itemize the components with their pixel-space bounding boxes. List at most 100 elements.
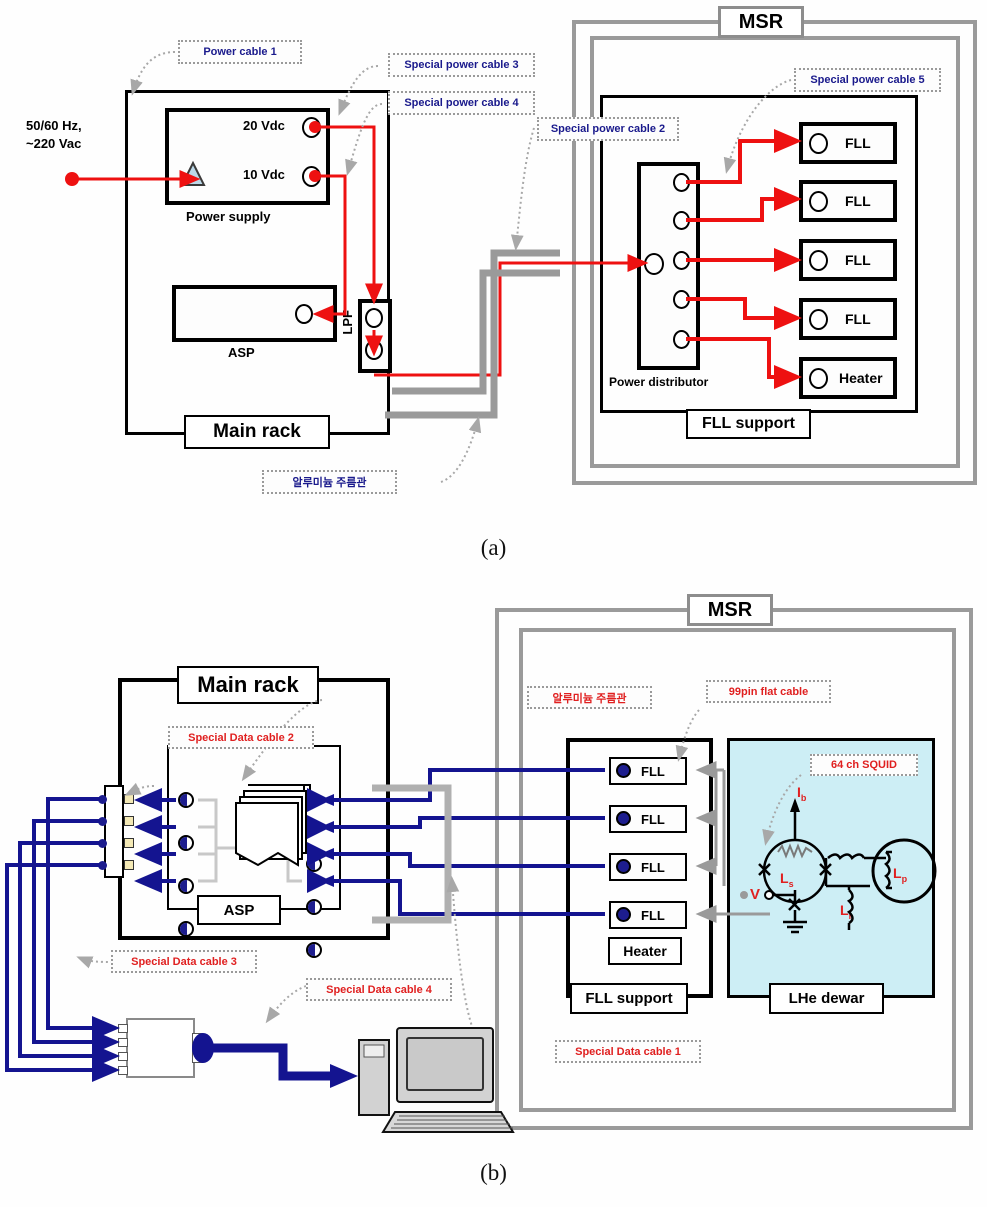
squid-voltage-label: V <box>750 886 761 903</box>
lhe-dewar-label: LHe dewar <box>769 983 884 1014</box>
strip-pin-left-2[interactable] <box>98 817 107 826</box>
heater-port-a[interactable] <box>809 368 828 389</box>
port-10vdc[interactable] <box>302 166 321 187</box>
computer-svg <box>358 1027 515 1133</box>
fll-label-b-1: FLL <box>641 764 665 779</box>
callout-special-power-cable-5: Special power cable 5 <box>794 68 941 92</box>
heater-label-b: Heater <box>608 937 682 965</box>
ib-subscript: b <box>800 792 807 803</box>
strip-pin-right-4[interactable] <box>124 860 134 870</box>
main-rack-label-a: Main rack <box>184 415 330 449</box>
callout-99pin-flat-cable: 99pin flat cable <box>706 680 831 703</box>
asp-right-port-1[interactable] <box>306 856 322 872</box>
asp-right-port-3[interactable] <box>306 942 322 958</box>
daq-input-4[interactable] <box>118 1066 128 1075</box>
fll-label-a-2: FLL <box>845 193 871 209</box>
callout-special-power-cable-3: Special power cable 3 <box>388 53 535 77</box>
output-10vdc-label: 10 Vdc <box>243 167 285 182</box>
lpf-port-bottom[interactable] <box>365 340 383 360</box>
li-subscript: i <box>848 910 852 921</box>
callout-special-power-cable-4: Special power cable 4 <box>388 91 535 115</box>
panel-b: MSR Main rack ASP FLL support Heater FLL… <box>0 590 987 1150</box>
daq-input-3[interactable] <box>118 1052 128 1061</box>
callout-special-data-cable-4: Special Data cable 4 <box>306 978 452 1001</box>
asp-right-port-2[interactable] <box>306 899 322 915</box>
asp-port-a[interactable] <box>295 304 313 324</box>
asp-left-port-1[interactable] <box>178 792 194 808</box>
pd-out-port-5[interactable] <box>673 330 690 349</box>
asp-left-port-2[interactable] <box>178 835 194 851</box>
callout-power-cable-1: Power cable 1 <box>178 40 302 64</box>
lp-symbol: L <box>893 865 902 881</box>
ls-symbol: L <box>780 870 789 886</box>
pd-out-port-2[interactable] <box>673 211 690 230</box>
squid-bias-current-label: Ib <box>797 784 806 803</box>
callout-special-power-cable-2: Special power cable 2 <box>537 117 679 141</box>
strip-pin-left-4[interactable] <box>98 861 107 870</box>
asp-left-port-3[interactable] <box>178 878 194 894</box>
fll-port-a-1[interactable] <box>809 133 828 154</box>
lpf-port-top[interactable] <box>365 308 383 328</box>
callout-aluminum-tube-a: 알루미늄 주름관 <box>262 470 397 494</box>
caption-a: (a) <box>480 535 507 560</box>
caption-b: (b) <box>480 1160 507 1185</box>
squid-li-label: Li <box>840 902 851 921</box>
fll-support-label-a: FLL support <box>686 409 811 439</box>
figure-root: MSR Main rack Power supply 20 Vdc 10 Vdc… <box>0 0 987 1207</box>
msr-label-b: MSR <box>687 594 773 626</box>
asp-label-b: ASP <box>197 895 281 925</box>
callout-special-data-cable-3: Special Data cable 3 <box>111 950 257 973</box>
lpf-label: LPF <box>340 310 355 335</box>
daq-output-port[interactable] <box>192 1033 203 1063</box>
pd-out-port-3[interactable] <box>673 251 690 270</box>
pd-out-port-4[interactable] <box>673 290 690 309</box>
fll-port-b-2[interactable] <box>616 811 631 826</box>
fll-label-b-2: FLL <box>641 812 665 827</box>
output-20vdc-label: 20 Vdc <box>243 118 285 133</box>
fll-label-b-3: FLL <box>641 860 665 875</box>
mains-label-line1: 50/60 Hz, <box>26 118 82 133</box>
daq-input-2[interactable] <box>118 1038 128 1047</box>
squid-lp-label: Lp <box>893 865 907 884</box>
port-20vdc[interactable] <box>302 117 321 138</box>
callout-special-data-cable-1: Special Data cable 1 <box>555 1040 701 1063</box>
main-rack-label-b: Main rack <box>177 666 319 704</box>
rack-connector-strip[interactable] <box>104 785 124 878</box>
callout-aluminum-tube-b: 알루미늄 주름관 <box>527 686 652 709</box>
strip-pin-right-2[interactable] <box>124 816 134 826</box>
asp-label-a: ASP <box>228 345 255 360</box>
fll-port-b-3[interactable] <box>616 859 631 874</box>
fll-label-b-4: FLL <box>641 908 665 923</box>
fll-port-a-2[interactable] <box>809 191 828 212</box>
msr-label-a: MSR <box>718 6 804 38</box>
panel-a: MSR Main rack Power supply 20 Vdc 10 Vdc… <box>0 0 987 520</box>
strip-pin-right-3[interactable] <box>124 838 134 848</box>
squid-ls-label: Ls <box>780 870 794 889</box>
pd-input-port[interactable] <box>644 253 664 275</box>
fll-port-b-1[interactable] <box>616 763 631 778</box>
callout-64ch-squid: 64 ch SQUID <box>810 754 918 776</box>
power-distributor-label: Power distributor <box>609 375 709 389</box>
mains-label-line2: ~220 Vac <box>26 136 82 151</box>
fll-port-a-4[interactable] <box>809 309 828 330</box>
fll-label-a-1: FLL <box>845 135 871 151</box>
daq-box <box>126 1018 195 1078</box>
fll-port-b-4[interactable] <box>616 907 631 922</box>
daq-input-1[interactable] <box>118 1024 128 1033</box>
pd-out-port-1[interactable] <box>673 173 690 192</box>
lp-subscript: p <box>901 873 908 884</box>
computer-illustration <box>355 1020 515 1135</box>
heater-label-a: Heater <box>839 370 883 386</box>
fll-label-a-4: FLL <box>845 311 871 327</box>
callout-special-data-cable-2: Special Data cable 2 <box>168 726 314 749</box>
fll-port-a-3[interactable] <box>809 250 828 271</box>
strip-pin-left-3[interactable] <box>98 839 107 848</box>
power-supply-label: Power supply <box>186 209 271 224</box>
strip-pin-right-1[interactable] <box>124 794 134 804</box>
fll-support-label-b: FLL support <box>570 983 688 1014</box>
fll-label-a-3: FLL <box>845 252 871 268</box>
asp-left-port-4[interactable] <box>178 921 194 937</box>
ls-subscript: s <box>788 878 794 889</box>
strip-pin-left-1[interactable] <box>98 795 107 804</box>
li-symbol: L <box>840 902 849 918</box>
